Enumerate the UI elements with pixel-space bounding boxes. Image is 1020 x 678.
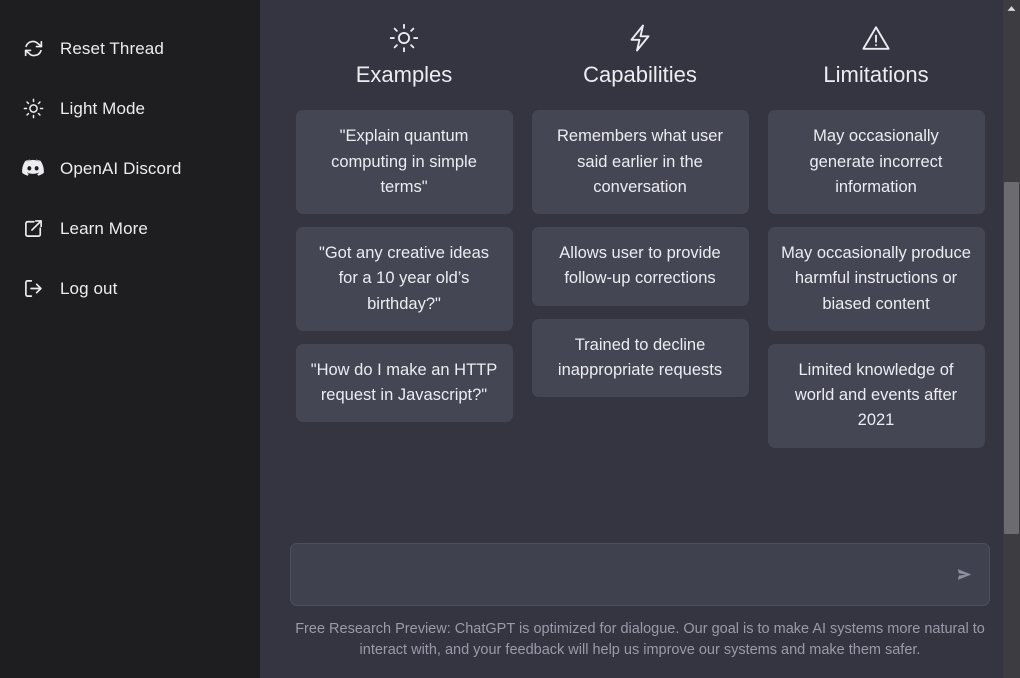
column-capabilities: Capabilities Remembers what user said ea… [531, 16, 749, 398]
logout-icon [22, 277, 44, 299]
sun-icon [389, 16, 419, 60]
lightning-bolt-icon [625, 16, 655, 60]
sidebar-item-label: Log out [60, 278, 118, 298]
welcome-columns: Examples "Explain quantum computing in s… [290, 16, 990, 448]
discord-icon [22, 157, 44, 179]
sidebar-item-reset-thread[interactable]: Reset Thread [0, 18, 260, 78]
vertical-scrollbar[interactable] [1003, 0, 1020, 678]
example-card[interactable]: "Explain quantum computing in simple ter… [295, 110, 513, 215]
sidebar-item-light-mode[interactable]: Light Mode [0, 78, 260, 138]
reset-icon [22, 37, 44, 59]
sidebar-item-label: Reset Thread [60, 38, 164, 58]
limitation-card: May occasionally generate incorrect info… [767, 110, 985, 215]
main-content: Examples "Explain quantum computing in s… [260, 0, 1020, 678]
limitation-card: May occasionally produce harmful instruc… [767, 227, 985, 331]
card-list: Remembers what user said earlier in the … [531, 110, 749, 398]
welcome-panel: Examples "Explain quantum computing in s… [260, 0, 1020, 529]
example-card[interactable]: "Got any creative ideas for a 10 year ol… [295, 227, 513, 331]
send-button[interactable] [951, 562, 977, 588]
message-input[interactable] [291, 544, 989, 605]
column-title: Examples [355, 62, 453, 87]
capability-card: Remembers what user said earlier in the … [531, 110, 749, 215]
column-limitations: Limitations May occasionally generate in… [767, 16, 985, 448]
column-examples: Examples "Explain quantum computing in s… [295, 16, 513, 423]
capability-card: Trained to decline inappropriate request… [531, 318, 749, 398]
external-link-icon [22, 217, 44, 239]
footer-disclaimer: Free Research Preview: ChatGPT is optimi… [295, 621, 985, 659]
warning-triangle-icon [861, 16, 891, 60]
scrollbar-thumb[interactable] [1004, 182, 1019, 534]
sidebar-item-openai-discord[interactable]: OpenAI Discord [0, 138, 260, 198]
composer[interactable] [290, 543, 990, 606]
sidebar-item-label: OpenAI Discord [60, 158, 182, 178]
sun-icon [22, 97, 44, 119]
card-list: "Explain quantum computing in simple ter… [295, 110, 513, 423]
sidebar-item-label: Learn More [60, 218, 148, 238]
sidebar-item-log-out[interactable]: Log out [0, 258, 260, 318]
sidebar-item-label: Light Mode [60, 98, 146, 118]
sidebar-item-learn-more[interactable]: Learn More [0, 198, 260, 258]
column-title: Capabilities [583, 62, 697, 87]
example-card[interactable]: "How do I make an HTTP request in Javasc… [295, 343, 513, 423]
card-list: May occasionally generate incorrect info… [767, 110, 985, 448]
scroll-up-arrow-icon[interactable] [1003, 0, 1020, 17]
capability-card: Allows user to provide follow-up correct… [531, 227, 749, 306]
limitation-card: Limited knowledge of world and events af… [767, 343, 985, 448]
column-title: Limitations [823, 62, 929, 87]
composer-area [260, 529, 1020, 606]
sidebar: Reset Thread Light Mode OpenAI Discord L… [0, 0, 260, 678]
